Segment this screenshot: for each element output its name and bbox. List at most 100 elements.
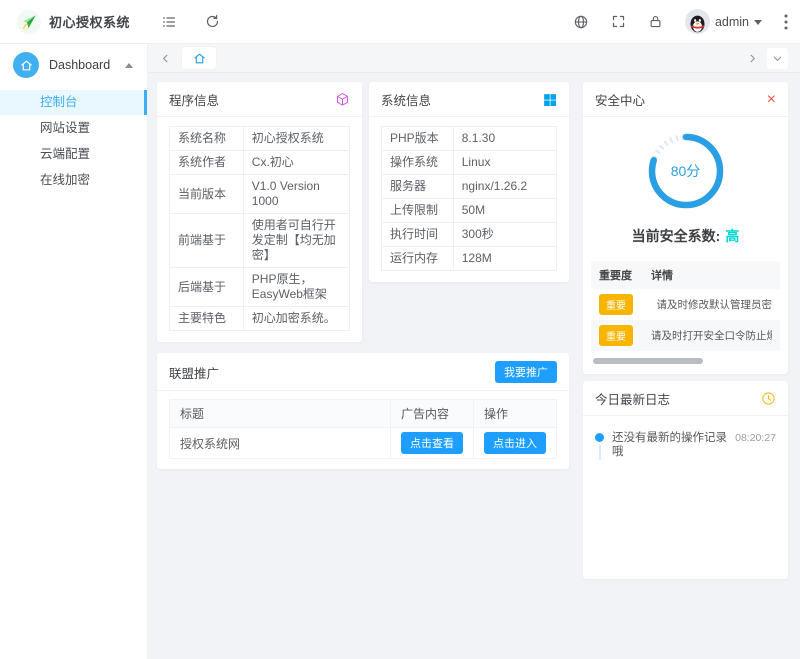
row-label: 运行内存 bbox=[382, 247, 454, 271]
row-label: 后端基于 bbox=[170, 268, 244, 307]
sidebar-item-cloud-config[interactable]: 云端配置 bbox=[0, 142, 147, 167]
security-row: 重要 请及时修改默认管理员密 bbox=[591, 289, 780, 320]
security-factor-value: 高 bbox=[725, 228, 739, 244]
fullscreen-icon[interactable] bbox=[611, 14, 626, 29]
caret-up-icon bbox=[125, 63, 133, 68]
security-center-card: 安全中心 × 80分 当前安全系数:高 bbox=[583, 82, 788, 374]
security-row: 重要 请及时打开安全口令防止爆破后台 bbox=[591, 320, 780, 351]
table-row: 主要特色初心加密系统。 bbox=[170, 307, 350, 331]
promo-row-title: 授权系统网 bbox=[170, 428, 391, 459]
row-label: 前端基于 bbox=[170, 214, 244, 268]
tab-bar-right bbox=[747, 48, 788, 69]
close-icon[interactable]: × bbox=[767, 94, 776, 106]
row-value: PHP原生，EasyWeb框架 bbox=[243, 268, 349, 307]
lock-icon[interactable] bbox=[648, 14, 663, 29]
enter-site-button[interactable]: 点击进入 bbox=[484, 432, 546, 454]
sidebar-group-dashboard[interactable]: Dashboard bbox=[0, 44, 147, 86]
rocket-logo-icon bbox=[17, 10, 41, 34]
row-value: nginx/1.26.2 bbox=[453, 175, 556, 199]
row-label: 主要特色 bbox=[170, 307, 244, 331]
row-label: 当前版本 bbox=[170, 175, 244, 214]
avatar bbox=[685, 9, 710, 34]
system-card-header: 系统信息 bbox=[369, 82, 569, 117]
table-row: 系统名称初心授权系统 bbox=[170, 127, 350, 151]
program-card-body: 系统名称初心授权系统 系统作者Cx.初心 当前版本V1.0 Version 10… bbox=[157, 117, 362, 342]
row-label: 系统名称 bbox=[170, 127, 244, 151]
row-value: Linux bbox=[453, 151, 556, 175]
view-ad-button[interactable]: 点击查看 bbox=[401, 432, 463, 454]
table-row: 服务器nginx/1.26.2 bbox=[382, 175, 557, 199]
log-card-header: 今日最新日志 bbox=[583, 381, 788, 416]
right-column: 安全中心 × 80分 当前安全系数:高 bbox=[583, 82, 788, 579]
horizontal-scrollbar[interactable] bbox=[593, 358, 703, 364]
col-ad-header: 广告内容 bbox=[391, 400, 474, 428]
row-value: 50M bbox=[453, 199, 556, 223]
topbar-right: admin bbox=[573, 9, 800, 34]
table-row: 后端基于PHP原生，EasyWeb框架 bbox=[170, 268, 350, 307]
table-row: 前端基于使用者可自行开发定制【均无加密】 bbox=[170, 214, 350, 268]
table-row: 当前版本V1.0 Version 1000 bbox=[170, 175, 350, 214]
language-globe-icon[interactable] bbox=[573, 14, 589, 30]
home-circle-icon bbox=[13, 52, 39, 78]
main-content: 程序信息 系统名称初心授权系统 bbox=[148, 73, 800, 659]
windows-icon bbox=[543, 93, 557, 107]
row-label: 服务器 bbox=[382, 175, 454, 199]
promo-row-op: 点击进入 bbox=[474, 428, 557, 459]
tab-home[interactable] bbox=[182, 47, 216, 69]
row-value: 300秒 bbox=[453, 223, 556, 247]
sidebar-menu: 控制台 网站设置 云端配置 在线加密 bbox=[0, 90, 147, 193]
system-info-card: 系统信息 PHP版本 bbox=[369, 82, 569, 282]
info-card-row: 程序信息 系统名称初心授权系统 bbox=[157, 82, 569, 342]
row-value: 初心加密系统。 bbox=[243, 307, 349, 331]
promo-card-title: 联盟推广 bbox=[169, 363, 219, 382]
timeline-dot-icon bbox=[595, 433, 604, 460]
log-card-body: 还没有最新的操作记录哦 08:20:27 bbox=[583, 416, 788, 475]
today-log-card: 今日最新日志 还没有最新的操作记录哦 bbox=[583, 381, 788, 579]
security-card-title: 安全中心 bbox=[595, 90, 645, 109]
row-label: 执行时间 bbox=[382, 223, 454, 247]
table-row: 执行时间300秒 bbox=[382, 223, 557, 247]
table-row: 运行内存128M bbox=[382, 247, 557, 271]
log-entry: 还没有最新的操作记录哦 08:20:27 bbox=[595, 431, 776, 460]
table-row: 操作系统Linux bbox=[382, 151, 557, 175]
app-window: 初心授权系统 bbox=[0, 0, 800, 659]
row-label: PHP版本 bbox=[382, 127, 454, 151]
importance-badge[interactable]: 重要 bbox=[599, 294, 633, 315]
promote-button[interactable]: 我要推广 bbox=[495, 361, 557, 383]
security-card-header: 安全中心 × bbox=[583, 82, 788, 117]
security-table-header: 重要度 详情 bbox=[591, 261, 780, 289]
top-bar: 初心授权系统 bbox=[0, 0, 800, 44]
table-row: PHP版本8.1.30 bbox=[382, 127, 557, 151]
tab-scroll-left-icon[interactable] bbox=[160, 53, 171, 64]
sidebar-item-online-encrypt[interactable]: 在线加密 bbox=[0, 168, 147, 193]
security-factor-label: 当前安全系数: bbox=[632, 228, 721, 244]
username-label: admin bbox=[715, 15, 749, 29]
sidebar-item-console[interactable]: 控制台 bbox=[0, 90, 147, 115]
tab-scroll-right-icon[interactable] bbox=[747, 53, 758, 64]
sidebar: Dashboard 控制台 网站设置 云端配置 在线加密 bbox=[0, 44, 148, 659]
tab-menu-chevron-icon[interactable] bbox=[767, 48, 788, 69]
row-value: Cx.初心 bbox=[243, 151, 349, 175]
security-score-value: 80分 bbox=[644, 129, 728, 213]
system-info-table: PHP版本8.1.30 操作系统Linux 服务器nginx/1.26.2 上传… bbox=[381, 126, 557, 271]
program-card-title: 程序信息 bbox=[169, 90, 219, 109]
security-detail: 请及时修改默认管理员密 bbox=[651, 297, 772, 312]
refresh-icon[interactable] bbox=[205, 14, 220, 29]
log-card-title: 今日最新日志 bbox=[595, 389, 670, 408]
more-kebab-icon[interactable] bbox=[784, 14, 788, 30]
left-column: 程序信息 系统名称初心授权系统 bbox=[157, 82, 569, 469]
sidebar-item-site-settings[interactable]: 网站设置 bbox=[0, 116, 147, 141]
sidebar-group-label: Dashboard bbox=[49, 58, 115, 72]
col-op-header: 操作 bbox=[474, 400, 557, 428]
menu-fold-icon[interactable] bbox=[161, 14, 177, 30]
user-menu[interactable]: admin bbox=[685, 9, 762, 34]
topbar-tools bbox=[161, 14, 220, 30]
program-info-table: 系统名称初心授权系统 系统作者Cx.初心 当前版本V1.0 Version 10… bbox=[169, 126, 350, 331]
logo-area: 初心授权系统 bbox=[0, 10, 148, 34]
importance-badge[interactable]: 重要 bbox=[599, 325, 633, 346]
row-label: 系统作者 bbox=[170, 151, 244, 175]
app-title: 初心授权系统 bbox=[49, 12, 130, 31]
security-factor: 当前安全系数:高 bbox=[591, 226, 780, 246]
security-detail: 请及时打开安全口令防止爆破后台 bbox=[651, 328, 772, 343]
table-row: 系统作者Cx.初心 bbox=[170, 151, 350, 175]
